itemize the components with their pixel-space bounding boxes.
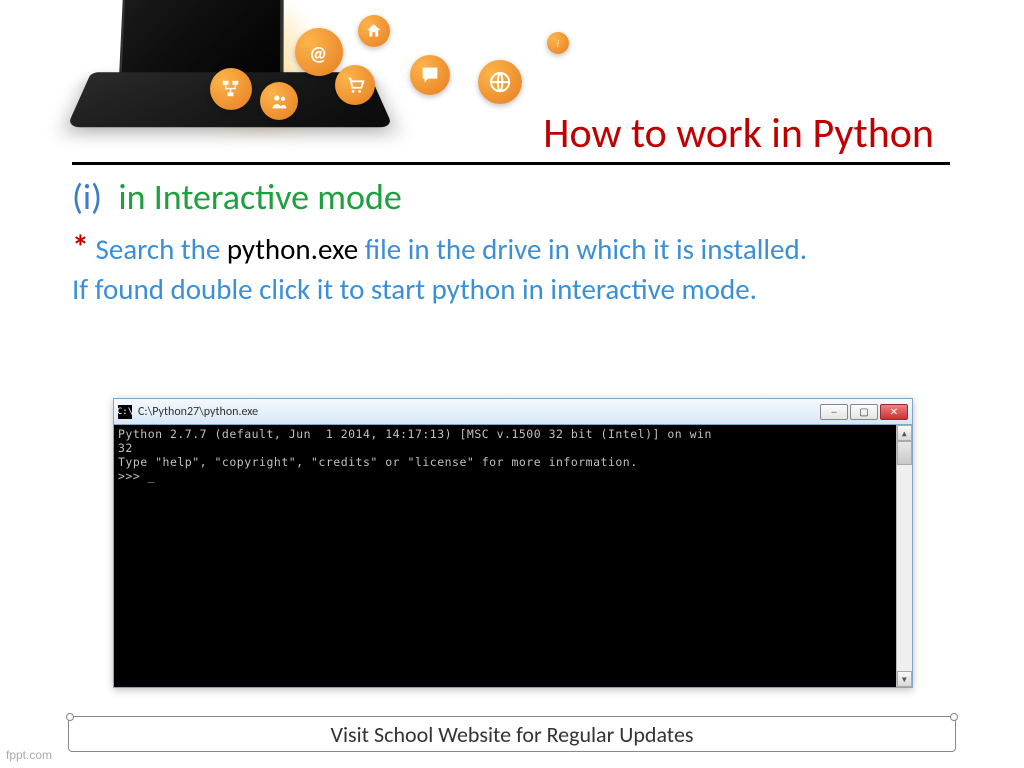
footer-text: Visit School Website for Regular Updates <box>331 721 694 748</box>
slide-title: How to work in Python <box>543 108 934 159</box>
scroll-up-icon[interactable]: ▲ <box>897 425 912 441</box>
divider <box>72 162 950 165</box>
body-paragraph: * Search the python.exe file in the driv… <box>72 227 952 309</box>
scrollbar[interactable]: ▲ ▼ <box>896 425 912 687</box>
maximize-button[interactable]: ▢ <box>850 404 878 420</box>
watermark: fppt.com <box>6 748 52 762</box>
network-icon <box>210 68 252 110</box>
svg-text:@: @ <box>309 42 327 65</box>
body-line-1a: Search the <box>96 231 227 267</box>
subhead-text: in Interactive mode <box>118 175 401 219</box>
body-line-1b: python.exe <box>227 231 358 267</box>
close-button[interactable]: ✕ <box>880 404 908 420</box>
globe-icon <box>478 60 522 104</box>
scroll-down-icon[interactable]: ▼ <box>897 671 912 687</box>
at-sign-icon: @ <box>295 28 343 76</box>
console-body: Python 2.7.7 (default, Jun 1 2014, 14:17… <box>114 425 912 687</box>
content-area: (i) in Interactive mode * Search the pyt… <box>72 175 952 309</box>
minimize-button[interactable]: ─ <box>820 404 848 420</box>
body-line-1c: file in the drive in which it is install… <box>358 231 807 267</box>
svg-text:i: i <box>556 39 559 49</box>
body-line-2: If found double click it to start python… <box>72 271 757 307</box>
console-titlebar: C:\ C:\Python27\python.exe ─ ▢ ✕ <box>114 399 912 425</box>
footer-banner: Visit School Website for Regular Updates <box>68 716 956 752</box>
console-title: C:\Python27\python.exe <box>138 405 258 419</box>
cmd-icon: C:\ <box>118 405 132 419</box>
chat-icon <box>410 55 450 95</box>
scroll-thumb[interactable] <box>897 441 912 465</box>
bullet-asterisk: * <box>72 228 89 269</box>
people-icon <box>260 82 298 120</box>
laptop-icons-graphic: @ i <box>60 10 400 150</box>
home-icon <box>358 15 390 47</box>
console-window: C:\ C:\Python27\python.exe ─ ▢ ✕ Python … <box>113 398 913 688</box>
cart-icon <box>335 65 375 105</box>
subhead-number: (i) <box>72 175 102 219</box>
console-output: Python 2.7.7 (default, Jun 1 2014, 14:17… <box>118 427 712 483</box>
subheading: (i) in Interactive mode <box>72 175 952 219</box>
info-icon: i <box>547 32 569 54</box>
